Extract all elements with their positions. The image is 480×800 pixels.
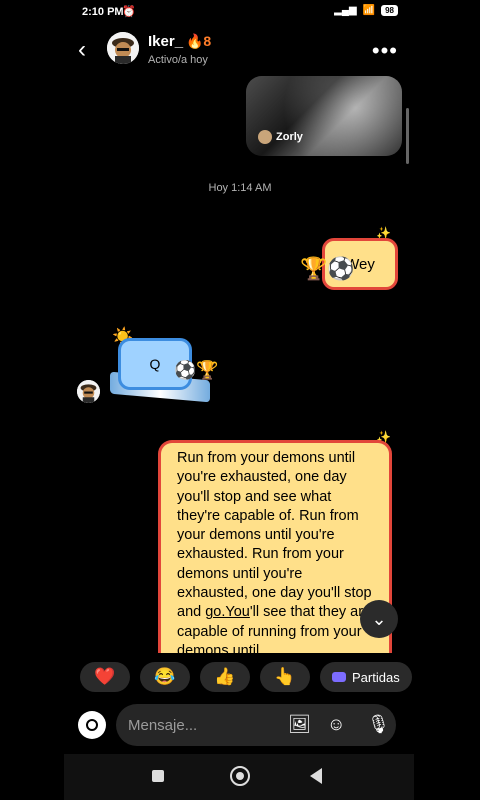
thumbs-up-icon: 👍: [214, 667, 236, 686]
camera-button[interactable]: [78, 711, 106, 739]
media-avatar: [258, 130, 272, 144]
chevron-down-icon: ⌄: [371, 608, 387, 629]
back-icon[interactable]: ‹: [78, 36, 86, 64]
message-input[interactable]: [116, 704, 396, 746]
partidas-button[interactable]: Partidas: [320, 662, 412, 692]
heart-icon: ❤️: [94, 667, 116, 686]
streak-badge: 🔥8: [186, 33, 212, 49]
reaction-laugh-button[interactable]: 😂: [140, 662, 190, 692]
message-composer: 🖼 ☺ 🎙: [78, 704, 402, 746]
system-nav-bar: [64, 754, 414, 800]
shared-media-preview[interactable]: Zorly: [246, 76, 402, 156]
media-label: Zorly: [258, 130, 303, 144]
status-icons: ▂▄▆ 📶 98: [334, 5, 398, 16]
scrollbar[interactable]: [406, 108, 409, 164]
quick-reactions: ❤️ 😂 👍 👆 Partidas: [80, 662, 412, 692]
point-up-icon: 👆: [274, 667, 296, 686]
recents-button[interactable]: [152, 770, 164, 782]
message-text-part: Run from your demons until you're exhaus…: [177, 450, 372, 621]
status-time: 2:10 PM: [82, 6, 124, 18]
microphone-icon[interactable]: 🎙: [367, 714, 390, 735]
avatar-image: [107, 32, 139, 64]
gallery-icon[interactable]: 🖼: [288, 714, 311, 735]
contact-name[interactable]: Iker_: [148, 33, 183, 50]
reaction-thumbs-up-button[interactable]: 👍: [200, 662, 250, 692]
active-status: Activo/a hoy: [148, 54, 208, 66]
sent-message-long[interactable]: Run from your demons until you're exhaus…: [158, 440, 392, 653]
reaction-heart-button[interactable]: ❤️: [80, 662, 130, 692]
scroll-to-bottom-button[interactable]: ⌄: [360, 600, 398, 638]
home-button[interactable]: [230, 766, 250, 786]
trophy-decoration: 🏆⚽: [300, 256, 355, 281]
media-author: Zorly: [276, 131, 303, 143]
signal-icon: ▂▄▆: [334, 5, 357, 16]
message-link[interactable]: go.You: [205, 604, 250, 620]
back-button[interactable]: [310, 768, 322, 784]
long-message-text: Run from your demons until you're exhaus…: [161, 443, 389, 653]
sender-avatar-image: [77, 380, 100, 403]
media-image: [246, 76, 402, 156]
alarm-icon: ⏰: [122, 6, 136, 18]
sender-avatar[interactable]: [77, 380, 100, 403]
more-options-icon[interactable]: •••: [372, 38, 398, 64]
battery-icon: 98: [381, 5, 398, 16]
status-bar: 2:10 PM ⏰ ▂▄▆ 📶 98: [0, 0, 480, 24]
trophy-decoration: ⚽🏆: [174, 360, 219, 380]
chat-header: ‹ Iker_ 🔥8 Activo/a hoy •••: [0, 28, 480, 72]
laugh-icon: 😂: [154, 667, 176, 686]
camera-icon: [86, 719, 98, 731]
wifi-icon: 📶: [362, 5, 376, 16]
gamepad-icon: [332, 672, 346, 682]
partidas-label: Partidas: [352, 669, 400, 685]
sticker-icon[interactable]: ☺: [327, 714, 345, 735]
reaction-point-up-button[interactable]: 👆: [260, 662, 310, 692]
message-date: Hoy 1:14 AM: [208, 182, 272, 194]
avatar[interactable]: [107, 32, 139, 64]
